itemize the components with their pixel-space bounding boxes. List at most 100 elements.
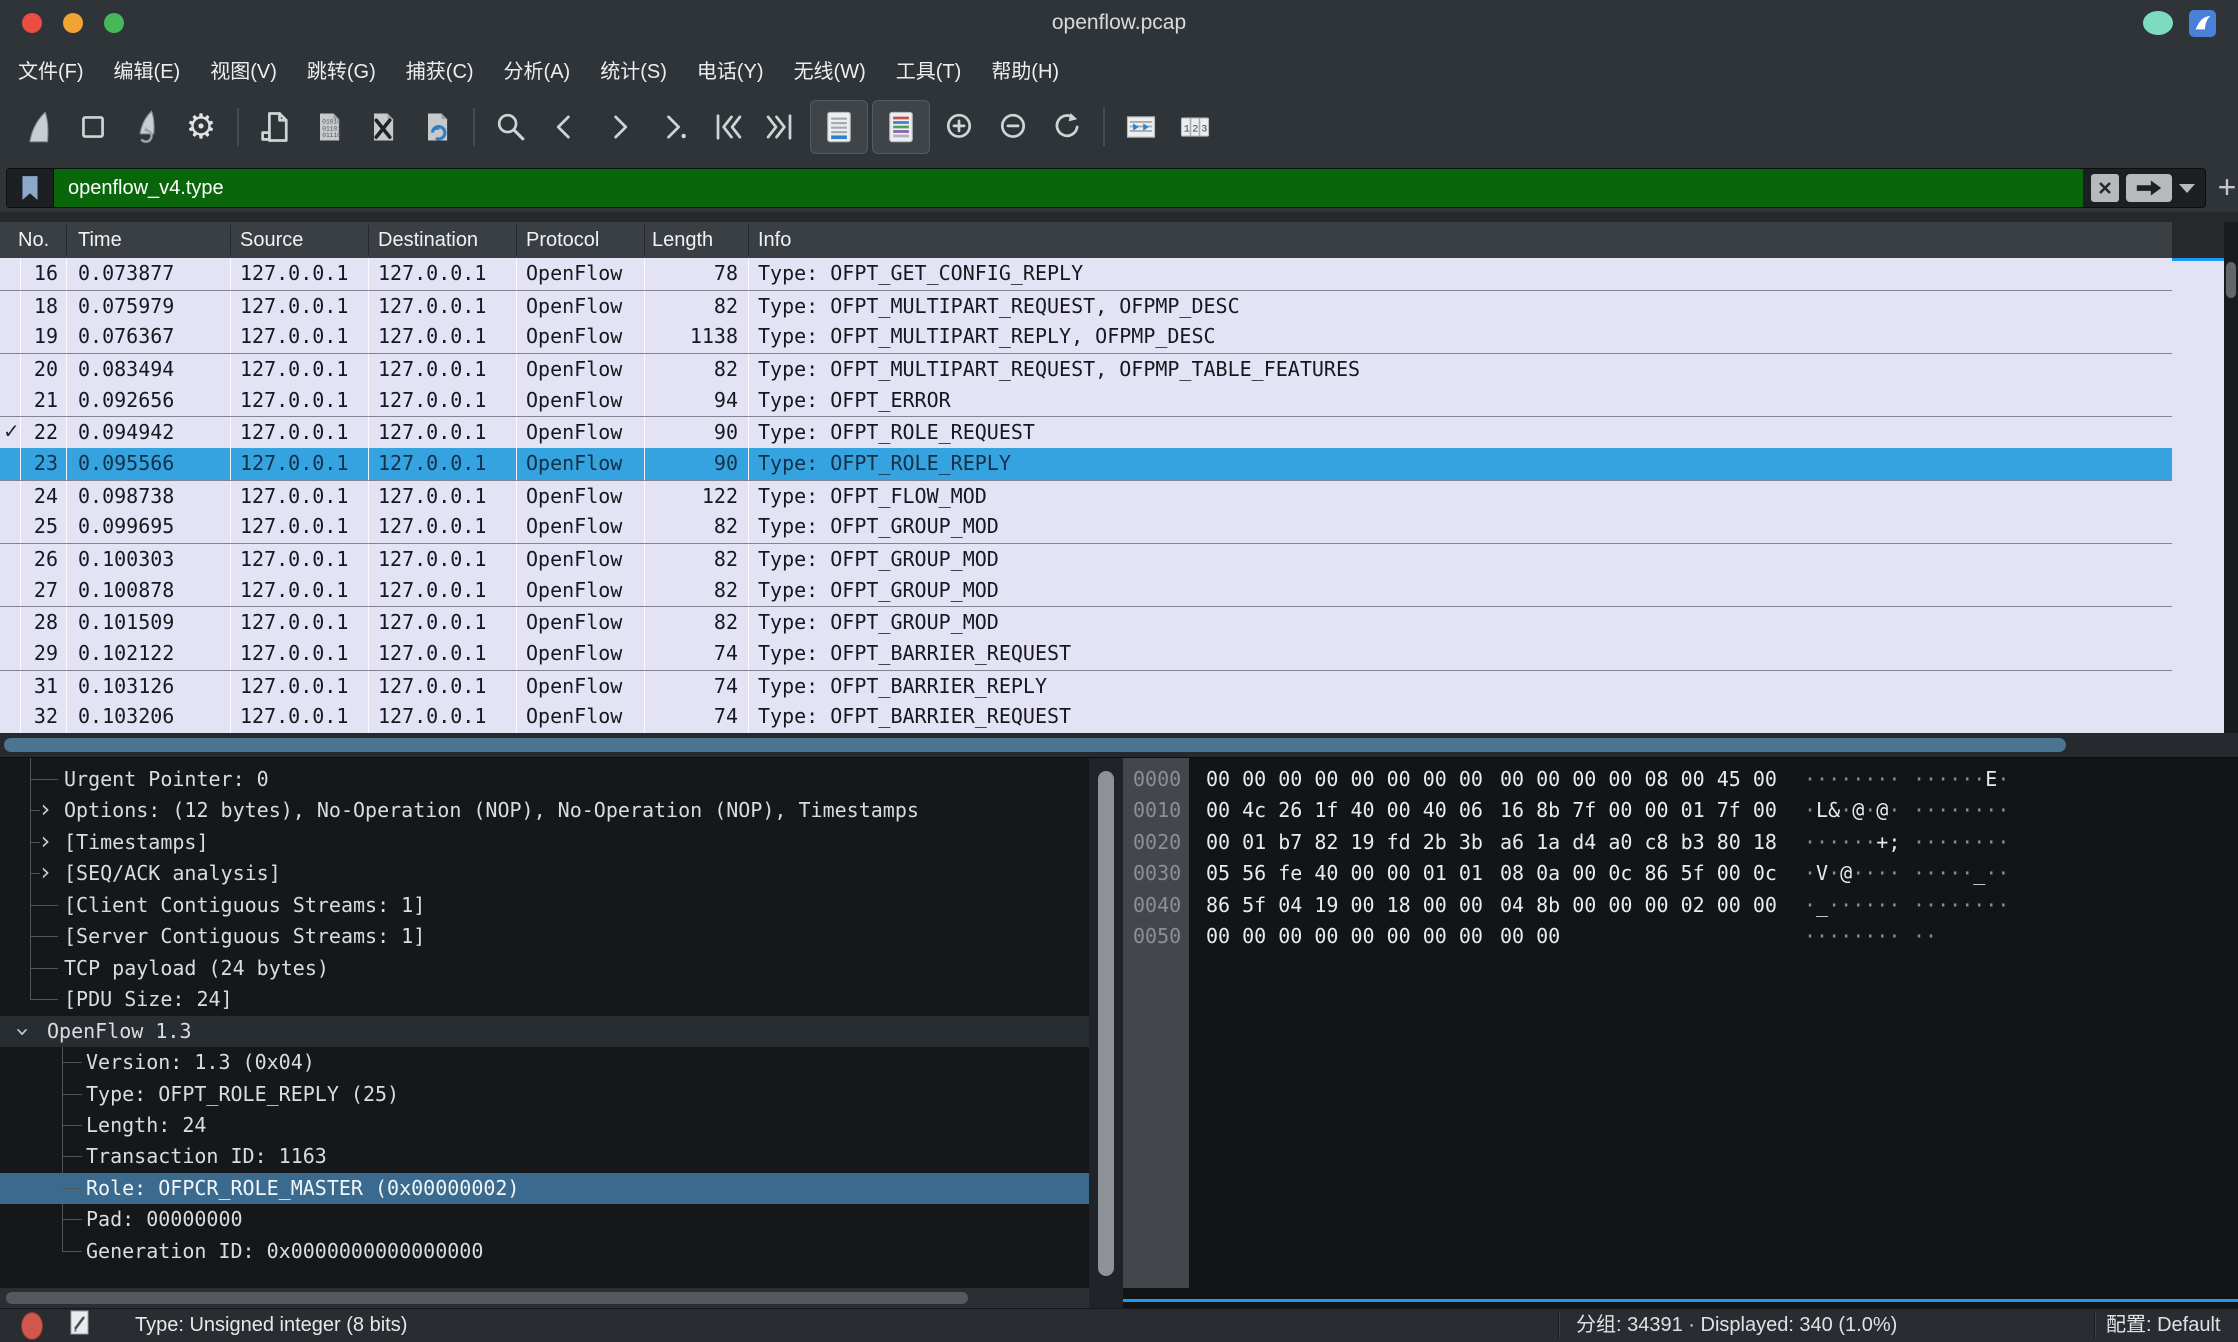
detail-row[interactable]: ›OpenFlow 1.3 (0, 1016, 1089, 1047)
save-file-button[interactable]: 010100110101110 (304, 101, 354, 153)
add-filter-button[interactable]: + (2212, 168, 2238, 206)
clear-filter-button[interactable] (2091, 174, 2119, 202)
expander-closed-icon[interactable]: › (38, 858, 52, 889)
packet-row-29[interactable]: 290.102122127.0.0.1127.0.0.1OpenFlow74Ty… (0, 638, 2172, 670)
filter-dropdown-caret[interactable] (2179, 184, 2195, 193)
detail-row[interactable]: Pad: 00000000 (0, 1204, 1089, 1235)
menu-item-2[interactable]: 编辑(E) (114, 55, 181, 84)
filter-input[interactable]: openflow_v4.type (54, 169, 2083, 207)
packet-list-hscroll-thumb[interactable] (4, 738, 2066, 752)
detail-row[interactable]: [Server Contiguous Streams: 1] (0, 921, 1089, 952)
packet-row-18[interactable]: 180.075979127.0.0.1127.0.0.1OpenFlow82Ty… (0, 290, 2172, 323)
menu-item-1[interactable]: 文件(F) (18, 55, 84, 84)
hex-row-0010[interactable]: 001000 4c 26 1f 40 00 40 0616 8b 7f 00 0… (1123, 795, 2238, 826)
restart-capture-button[interactable] (122, 101, 172, 153)
column-header-no[interactable]: No. (18, 222, 49, 258)
colorize-toggle[interactable] (872, 100, 930, 154)
packet-row-28[interactable]: 280.101509127.0.0.1127.0.0.1OpenFlow82Ty… (0, 606, 2172, 639)
open-file-button[interactable] (250, 101, 300, 153)
detail-row[interactable]: Urgent Pointer: 0 (0, 764, 1089, 795)
detail-row[interactable]: Length: 24 (0, 1110, 1089, 1141)
detail-row[interactable]: Generation ID: 0x0000000000000000 (0, 1236, 1089, 1267)
column-resize-handle[interactable] (644, 225, 645, 255)
zoom-reset-button[interactable] (1042, 101, 1092, 153)
reload-file-button[interactable] (412, 101, 462, 153)
packet-row-24[interactable]: 240.098738127.0.0.1127.0.0.1OpenFlow122T… (0, 480, 2172, 513)
last-packet-button[interactable] (756, 101, 806, 153)
column-header-source[interactable]: Source (240, 222, 303, 258)
hex-row-0030[interactable]: 003005 56 fe 40 00 00 01 0108 0a 00 0c 8… (1123, 858, 2238, 889)
menu-item-9[interactable]: 无线(W) (794, 55, 866, 84)
column-header-protocol[interactable]: Protocol (526, 222, 599, 258)
detail-row[interactable]: [PDU Size: 24] (0, 984, 1089, 1015)
detail-vscroll-thumb[interactable] (1098, 771, 1114, 1276)
find-packet-button[interactable] (486, 101, 536, 153)
menu-item-5[interactable]: 捕获(C) (406, 55, 474, 84)
expander-closed-icon[interactable]: › (38, 827, 52, 858)
detail-row[interactable]: Transaction ID: 1163 (0, 1141, 1089, 1172)
expander-open-icon[interactable]: › (6, 1024, 37, 1038)
menu-item-11[interactable]: 帮助(H) (991, 55, 1059, 84)
menu-item-3[interactable]: 视图(V) (210, 55, 277, 84)
go-to-packet-button[interactable] (648, 101, 698, 153)
column-header-info[interactable]: Info (758, 222, 791, 258)
detail-row[interactable]: Version: 1.3 (0x04) (0, 1047, 1089, 1078)
capture-options-button[interactable]: ⚙ (176, 101, 226, 153)
packet-row-19[interactable]: 190.076367127.0.0.1127.0.0.1OpenFlow1138… (0, 321, 2172, 353)
filter-bookmark-button[interactable] (7, 169, 54, 207)
expander-closed-icon[interactable]: › (38, 795, 52, 826)
zoom-in-button[interactable] (934, 101, 984, 153)
menu-item-4[interactable]: 跳转(G) (307, 55, 376, 84)
column-resize-handle[interactable] (230, 225, 231, 255)
menu-item-10[interactable]: 工具(T) (896, 55, 962, 84)
column-resize-handle[interactable] (516, 225, 517, 255)
column-resize-handle[interactable] (66, 225, 67, 255)
hex-row-0020[interactable]: 002000 01 b7 82 19 fd 2b 3ba6 1a d4 a0 c… (1123, 827, 2238, 858)
packet-list-vscrollbar[interactable] (2224, 222, 2238, 733)
close-file-button[interactable] (358, 101, 408, 153)
packet-row-21[interactable]: 210.092656127.0.0.1127.0.0.1OpenFlow94Ty… (0, 385, 2172, 417)
detail-row[interactable]: ›[SEQ/ACK analysis] (0, 858, 1089, 889)
packet-list-vscroll-thumb[interactable] (2226, 262, 2236, 298)
auto-scroll-toggle[interactable] (810, 100, 868, 154)
packet-list-scroll-track[interactable] (2172, 258, 2224, 733)
menu-item-6[interactable]: 分析(A) (504, 55, 571, 84)
detail-hscroll-thumb[interactable] (6, 1292, 968, 1304)
menu-item-8[interactable]: 电话(Y) (697, 55, 764, 84)
resize-columns-button[interactable] (1116, 101, 1166, 153)
packet-row-16[interactable]: 160.073877127.0.0.1127.0.0.1OpenFlow78Ty… (0, 258, 2172, 290)
detail-row[interactable]: ›[Timestamps] (0, 827, 1089, 858)
apply-filter-button[interactable] (2126, 174, 2172, 202)
column-resize-handle[interactable] (748, 225, 749, 255)
previous-packet-button[interactable] (540, 101, 590, 153)
detail-row[interactable]: Type: OFPT_ROLE_REPLY (25) (0, 1079, 1089, 1110)
hex-row-0000[interactable]: 000000 00 00 00 00 00 00 0000 00 00 00 0… (1123, 764, 2238, 795)
detail-row[interactable]: ›Options: (12 bytes), No-Operation (NOP)… (0, 795, 1089, 826)
packet-row-26[interactable]: 260.100303127.0.0.1127.0.0.1OpenFlow82Ty… (0, 543, 2172, 576)
profile-status[interactable]: 配置: Default (2106, 1309, 2220, 1342)
hex-row-0050[interactable]: 005000 00 00 00 00 00 00 0000 00········… (1123, 921, 2238, 952)
column-header-destination[interactable]: Destination (378, 222, 478, 258)
column-header-time[interactable]: Time (78, 222, 122, 258)
packet-row-20[interactable]: 200.083494127.0.0.1127.0.0.1OpenFlow82Ty… (0, 353, 2172, 386)
fixed-width-columns-button[interactable]: 123 (1170, 101, 1220, 153)
column-header-length[interactable]: Length (652, 222, 713, 258)
first-packet-button[interactable] (702, 101, 752, 153)
zoom-out-button[interactable] (988, 101, 1038, 153)
next-packet-button[interactable] (594, 101, 644, 153)
pane-splitter[interactable] (1089, 758, 1123, 1289)
detail-row[interactable]: [Client Contiguous Streams: 1] (0, 890, 1089, 921)
start-capture-button[interactable] (14, 101, 64, 153)
expert-info-button[interactable] (21, 1312, 43, 1340)
menu-item-7[interactable]: 统计(S) (600, 55, 667, 84)
packet-row-25[interactable]: 250.099695127.0.0.1127.0.0.1OpenFlow82Ty… (0, 511, 2172, 543)
packet-row-23[interactable]: 230.095566127.0.0.1127.0.0.1OpenFlow90Ty… (0, 448, 2172, 480)
packet-row-27[interactable]: 270.100878127.0.0.1127.0.0.1OpenFlow82Ty… (0, 575, 2172, 607)
packet-row-31[interactable]: 310.103126127.0.0.1127.0.0.1OpenFlow74Ty… (0, 670, 2172, 703)
column-resize-handle[interactable] (368, 225, 369, 255)
hex-row-0040[interactable]: 004086 5f 04 19 00 18 00 0004 8b 00 00 0… (1123, 890, 2238, 921)
capture-comment-button[interactable] (69, 1309, 93, 1342)
packet-row-22[interactable]: ✓220.094942127.0.0.1127.0.0.1OpenFlow90T… (0, 416, 2172, 449)
detail-row[interactable]: TCP payload (24 bytes) (0, 953, 1089, 984)
detail-row[interactable]: Role: OFPCR_ROLE_MASTER (0x00000002) (0, 1173, 1089, 1204)
